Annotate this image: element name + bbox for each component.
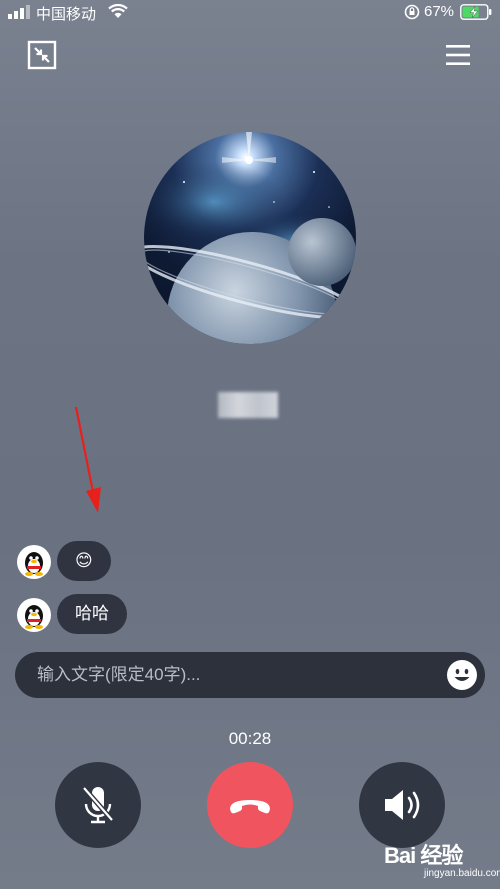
- message-bubble: 哈哈: [57, 594, 127, 634]
- watermark-url: jingyan.baidu.com: [424, 868, 500, 879]
- rotation-lock-icon: [404, 4, 420, 20]
- annotation-arrow: [74, 406, 101, 513]
- battery-charging-icon: [460, 4, 492, 20]
- speaker-icon: [385, 790, 420, 820]
- mute-button[interactable]: [55, 762, 141, 848]
- wifi-icon: [108, 3, 128, 18]
- watermark-logo: Bai 经验: [384, 843, 463, 868]
- microphone-muted-icon: [82, 786, 114, 824]
- status-bar: 中国移动 67%: [0, 0, 500, 24]
- hangup-button[interactable]: [207, 762, 293, 848]
- carrier-name: 中国移动: [36, 6, 97, 23]
- sender-avatar: [17, 545, 51, 579]
- contact-avatar: [144, 132, 356, 344]
- collapse-window-icon[interactable]: [27, 40, 57, 70]
- phone-hangup-icon: [230, 800, 270, 814]
- message-bubble: 😊: [57, 541, 111, 581]
- baidu-jingyan-watermark: Bai 经验 jingyan.baidu.com: [384, 838, 500, 886]
- call-timer: 00:28: [228, 729, 272, 748]
- speaker-button[interactable]: [359, 762, 445, 848]
- contact-name-redacted: [218, 392, 278, 418]
- message-input[interactable]: [37, 652, 437, 698]
- battery-percent: 67%: [424, 3, 455, 20]
- smiley-icon[interactable]: [447, 660, 477, 690]
- signal-strength-icon: [8, 5, 30, 19]
- hamburger-menu-icon[interactable]: [443, 40, 473, 70]
- message-input-bar: [15, 652, 485, 698]
- sender-avatar: [17, 598, 51, 632]
